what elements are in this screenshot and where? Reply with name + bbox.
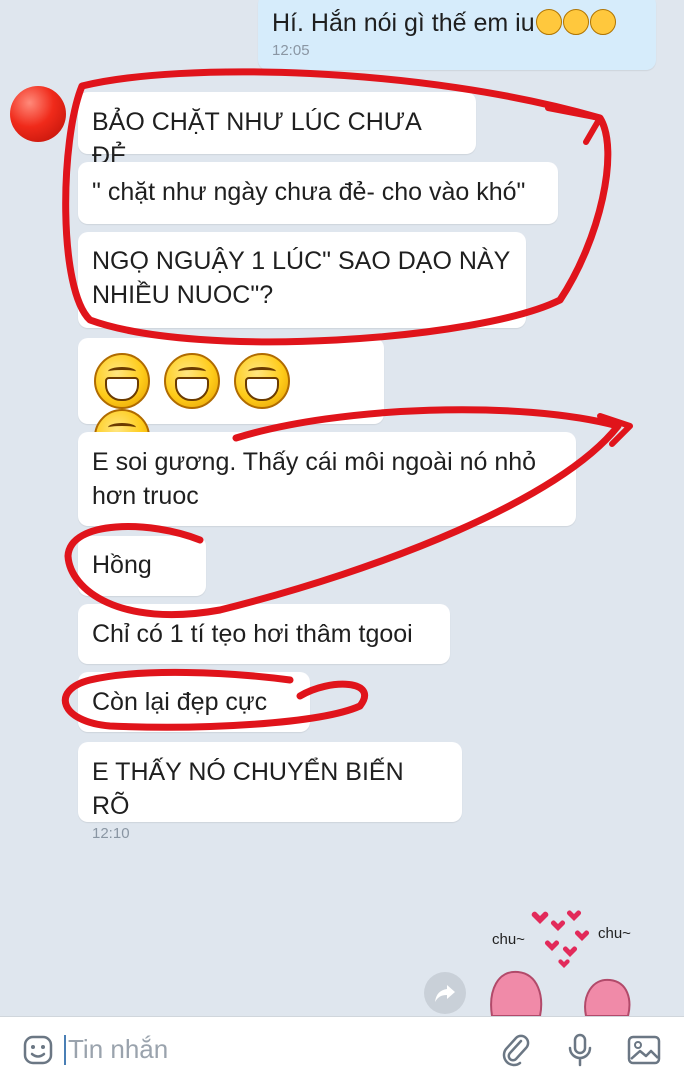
kiss-sticker[interactable]: chu~ chu~ (478, 900, 678, 1016)
message-time: 12:10 (92, 825, 130, 842)
hearts-icon (531, 910, 589, 968)
pink-blob-icon (490, 970, 543, 1016)
share-icon (435, 985, 455, 1002)
laughing-emoji-icon (589, 9, 616, 35)
laughing-emoji-icon (562, 9, 589, 35)
message-text: Hí. Hắn nói gì thế em iu (272, 9, 535, 37)
message-text: BẢO CHẶT NHƯ LÚC CHƯA ĐẺ (92, 108, 421, 170)
incoming-message[interactable]: " chặt như ngày chưa đẻ- cho vào khó" (78, 162, 558, 224)
attach-icon (502, 1034, 530, 1066)
message-text: E soi gương. Thấy cái môi ngoài nó nhỏ (92, 448, 537, 476)
attach-button[interactable] (494, 1028, 538, 1072)
message-input-bar: Tin nhắn (0, 1016, 684, 1082)
grinning-emoji-icon (234, 353, 290, 409)
emoji-icon (23, 1035, 53, 1064)
message-text: " chặt như ngày chưa đẻ- cho vào khó" (92, 178, 526, 206)
message-time: 12:05 (272, 42, 310, 59)
sticker-text: chu~ (492, 931, 525, 948)
emoji-message[interactable] (78, 338, 384, 465)
incoming-message[interactable]: BẢO CHẶT NHƯ LÚC CHƯA ĐẺ (78, 92, 476, 170)
incoming-message[interactable]: Còn lại đẹp cực (78, 672, 310, 732)
incoming-message[interactable]: NGỌ NGUẬY 1 LÚC" SAO DẠO NÀY NHIỀU NUOC"… (78, 232, 526, 328)
outgoing-message[interactable]: Hí. Hắn nói gì thế em iu 12:05 (258, 0, 656, 70)
contact-avatar[interactable] (10, 86, 66, 142)
share-button[interactable] (424, 972, 466, 1014)
message-text: E THẤY NÓ CHUYỂN BIẾN RÕ (92, 758, 404, 820)
image-icon (627, 1035, 661, 1064)
message-text: hơn truoc (92, 482, 199, 510)
grinning-emoji-icon (164, 353, 220, 409)
message-text: NHIỀU NUOC"? (92, 281, 274, 309)
emoji-button[interactable] (16, 1028, 60, 1072)
mic-icon (568, 1033, 592, 1066)
laughing-emoji-icon (535, 9, 562, 35)
voice-button[interactable] (558, 1028, 602, 1072)
message-text: Hồng (92, 551, 152, 579)
grinning-emoji-icon (94, 353, 150, 409)
message-text: Chỉ có 1 tí tẹo hơi thâm tgooi (92, 620, 413, 648)
chat-area[interactable]: Hí. Hắn nói gì thế em iu 12:05 BẢO CHẶT … (0, 0, 684, 1016)
message-text: Còn lại đẹp cực (92, 688, 268, 716)
image-button[interactable] (622, 1028, 666, 1072)
pink-blob-icon (584, 978, 631, 1016)
incoming-message[interactable]: Chỉ có 1 tí tẹo hơi thâm tgooi (78, 604, 450, 664)
incoming-message[interactable]: Hồng (78, 536, 206, 596)
text-cursor (64, 1034, 66, 1065)
sticker-text: chu~ (598, 925, 631, 942)
message-text: NGỌ NGUẬY 1 LÚC" SAO DẠO NÀY (92, 247, 511, 275)
message-input[interactable]: Tin nhắn (68, 1034, 494, 1065)
incoming-message[interactable]: E THẤY NÓ CHUYỂN BIẾN RÕ 12:10 (78, 742, 462, 842)
incoming-message[interactable]: E soi gương. Thấy cái môi ngoài nó nhỏ h… (78, 432, 576, 526)
